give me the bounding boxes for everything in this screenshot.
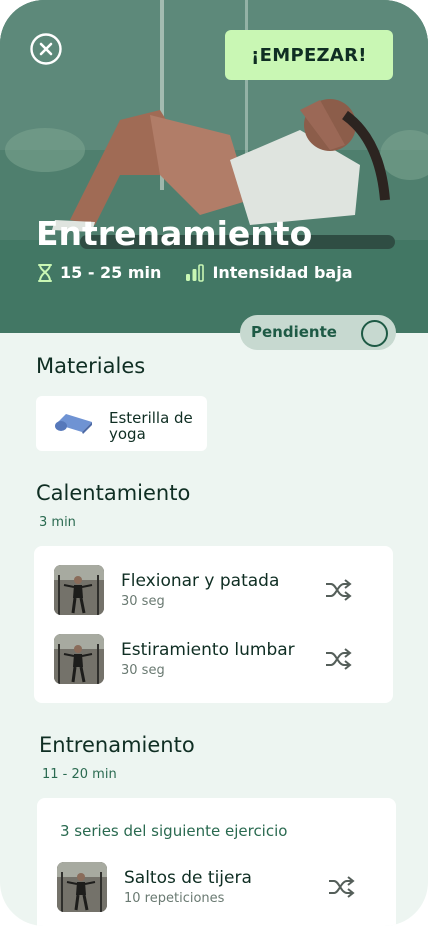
workout-duration: 11 - 20 min <box>42 767 117 782</box>
shuffle-icon[interactable] <box>324 647 352 671</box>
hero-image: ¡EMPEZAR! Entrenamiento 15 - 25 min Inte… <box>0 0 428 333</box>
exercise-name: Flexionar y patada <box>121 571 280 591</box>
exercise-thumbnail <box>57 862 107 912</box>
status-toggle[interactable]: Pendiente <box>240 315 396 350</box>
exercise-name: Saltos de tijera <box>124 868 252 888</box>
workout-section-title: Entrenamiento <box>39 733 195 757</box>
workout-meta: 15 - 25 min Intensidad baja <box>38 263 352 282</box>
materials-title: Materiales <box>36 354 146 378</box>
material-label: Esterilla de yoga <box>109 409 193 443</box>
hourglass-icon <box>38 263 52 282</box>
series-label: 3 series del siguiente ejercicio <box>60 822 288 840</box>
workout-card: 3 series del siguiente ejercicio Saltos … <box>37 798 396 926</box>
warmup-duration: 3 min <box>39 515 76 530</box>
exercise-row[interactable]: Saltos de tijera 10 repeticiones <box>37 862 396 914</box>
exercise-detail: 10 repeticiones <box>124 891 225 906</box>
exercise-row[interactable]: Estiramiento lumbar 30 seg <box>34 634 393 686</box>
duration-label: 15 - 25 min <box>60 263 162 282</box>
shuffle-icon[interactable] <box>327 875 355 899</box>
status-label: Pendiente <box>251 323 337 341</box>
intensity-bars-icon <box>185 263 205 282</box>
exercise-name: Estiramiento lumbar <box>121 640 295 660</box>
intensity-label: Intensidad baja <box>212 263 353 282</box>
exercise-row[interactable]: Flexionar y patada 30 seg <box>34 565 393 617</box>
workout-title: Entrenamiento <box>36 214 313 253</box>
status-checkbox[interactable] <box>361 320 388 347</box>
exercise-detail: 30 seg <box>121 663 165 678</box>
yoga-mat-icon <box>55 414 92 434</box>
workout-detail-screen: ¡EMPEZAR! Entrenamiento 15 - 25 min Inte… <box>0 0 428 926</box>
material-card: Esterilla de yoga <box>36 396 207 451</box>
shuffle-icon[interactable] <box>324 578 352 602</box>
exercise-detail: 30 seg <box>121 594 165 609</box>
exercise-thumbnail <box>54 634 104 684</box>
close-icon[interactable] <box>30 33 62 65</box>
warmup-title: Calentamiento <box>36 481 191 505</box>
exercise-thumbnail <box>54 565 104 615</box>
start-button[interactable]: ¡EMPEZAR! <box>225 30 393 80</box>
warmup-card: Flexionar y patada 30 seg Estiramiento l… <box>34 546 393 703</box>
